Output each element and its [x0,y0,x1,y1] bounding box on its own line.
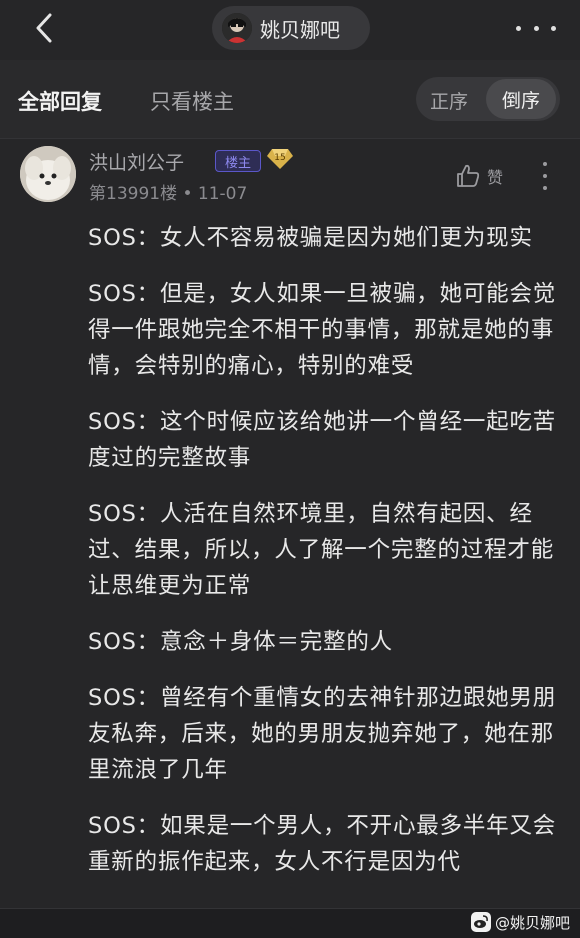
post-paragraph: SOS：曾经有个重情女的去神针那边跟她男朋友私奔，后来，她的男朋友抛弃她了，她在… [88,685,557,783]
reply-filter-bar: 全部回复 只看楼主 正序 倒序 [0,60,580,139]
post-paragraph: SOS：这个时候应该给她讲一个曾经一起吃苦度过的完整故事 [88,409,557,471]
floor-and-date: 第13991楼 • 11-07 [89,184,248,204]
like-label: 赞 [487,168,504,187]
post-paragraph: SOS：但是，女人如果一旦被骗，她可能会觉得一件跟她完全不相干的事情，那就是她的… [88,281,557,379]
more-horizontal-icon [516,25,521,31]
more-dot [533,25,539,31]
level-number: 15 [274,153,285,163]
forum-avatar [222,13,252,43]
top-navigation-bar: 姚贝娜吧 [0,0,580,60]
more-dot [543,186,547,190]
username[interactable]: 洪山刘公子 [89,148,184,175]
tab-author-only[interactable]: 只看楼主 [150,86,234,116]
watermark-text: @姚贝娜吧 [494,913,570,932]
op-badge: 楼主 [215,150,261,172]
watermark: @姚贝娜吧 [470,909,570,935]
more-options-button[interactable] [516,18,556,38]
chevron-left-icon [36,13,52,43]
post-more-button[interactable] [540,162,550,190]
back-button[interactable] [28,12,60,44]
post-paragraph: SOS：意念＋身体＝完整的人 [88,629,393,655]
like-button[interactable]: 赞 [455,162,503,190]
post-content: SOS：女人不容易被骗是因为她们更为现实 SOS：但是，女人如果一旦被骗，她可能… [88,220,558,900]
avatar[interactable] [20,146,76,202]
forum-name: 姚贝娜吧 [260,17,340,42]
forum-title-pill[interactable]: 姚贝娜吧 [212,6,370,50]
order-desc-button[interactable]: 倒序 [486,79,556,119]
post-paragraph: SOS：人活在自然环境里，自然有起因、经过、结果，所以，人了解一个完整的过程才能… [88,501,555,599]
more-vertical-icon [543,162,547,166]
tab-all-replies[interactable]: 全部回复 [18,86,102,116]
order-asc-button[interactable]: 正序 [430,87,468,114]
reply-post: 洪山刘公子 楼主 15 第13991楼 • 11-07 赞 SOS：女人不容易被… [0,138,580,910]
weibo-icon [470,912,491,932]
sort-order-toggle: 正序 倒序 [416,77,560,121]
thumbs-up-icon [457,164,480,187]
more-dot [551,25,556,31]
level-badge-icon: 15 [267,149,293,169]
post-paragraph: SOS：如果是一个男人，不开心最多半年又会重新的振作起来，女人不行是因为代 [88,813,557,875]
post-paragraph: SOS：女人不容易被骗是因为她们更为现实 [88,225,533,251]
more-dot [543,174,547,178]
